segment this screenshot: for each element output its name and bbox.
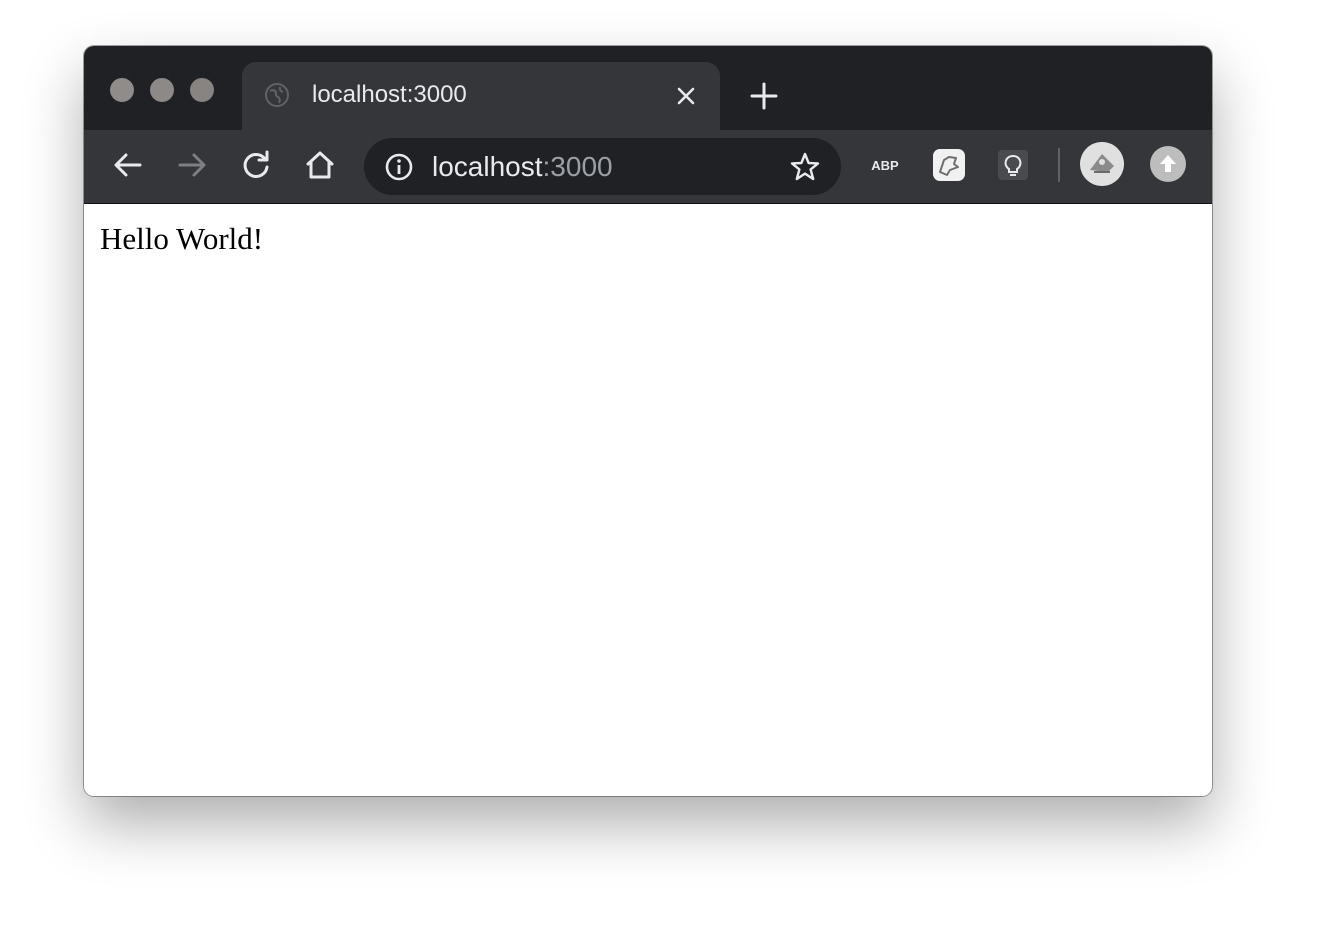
window-close-button[interactable] [110, 78, 134, 102]
plus-icon[interactable] [748, 80, 780, 112]
globe-icon [265, 83, 289, 107]
url-port: :3000 [542, 151, 613, 182]
arrow-left-icon[interactable] [110, 147, 146, 183]
lightbulb-icon[interactable] [994, 146, 1032, 184]
update-button[interactable] [1150, 146, 1186, 182]
url-host: localhost [432, 151, 543, 182]
title-bar: localhost:3000 [84, 46, 1212, 130]
browser-toolbar: localhost:3000 ABP [84, 130, 1212, 204]
profile-picture-icon [1080, 142, 1124, 186]
reload-icon[interactable] [238, 147, 274, 183]
puzzle-icon[interactable] [930, 146, 968, 184]
arrow-right-icon[interactable] [174, 147, 210, 183]
toolbar-divider [1058, 148, 1060, 182]
browser-window: localhost:3000 localhost:3000 ABP Hello … [84, 46, 1212, 796]
window-minimize-button[interactable] [150, 78, 174, 102]
update-arrow-icon [1160, 155, 1176, 172]
url-text[interactable]: localhost:3000 [432, 150, 613, 184]
star-icon[interactable] [788, 150, 822, 184]
page-content: Hello World! [84, 204, 1212, 796]
adblock-plus-icon[interactable]: ABP [866, 146, 904, 184]
avatar[interactable] [1080, 142, 1124, 186]
info-icon[interactable] [384, 152, 414, 182]
abp-label: ABP [871, 158, 899, 173]
close-icon[interactable] [672, 82, 700, 110]
home-icon[interactable] [302, 147, 338, 183]
page-text: Hello World! [100, 221, 264, 256]
window-zoom-button[interactable] [190, 78, 214, 102]
tab-title: localhost:3000 [312, 81, 467, 108]
address-bar[interactable]: localhost:3000 [364, 138, 841, 195]
active-tab[interactable]: localhost:3000 [242, 62, 720, 130]
